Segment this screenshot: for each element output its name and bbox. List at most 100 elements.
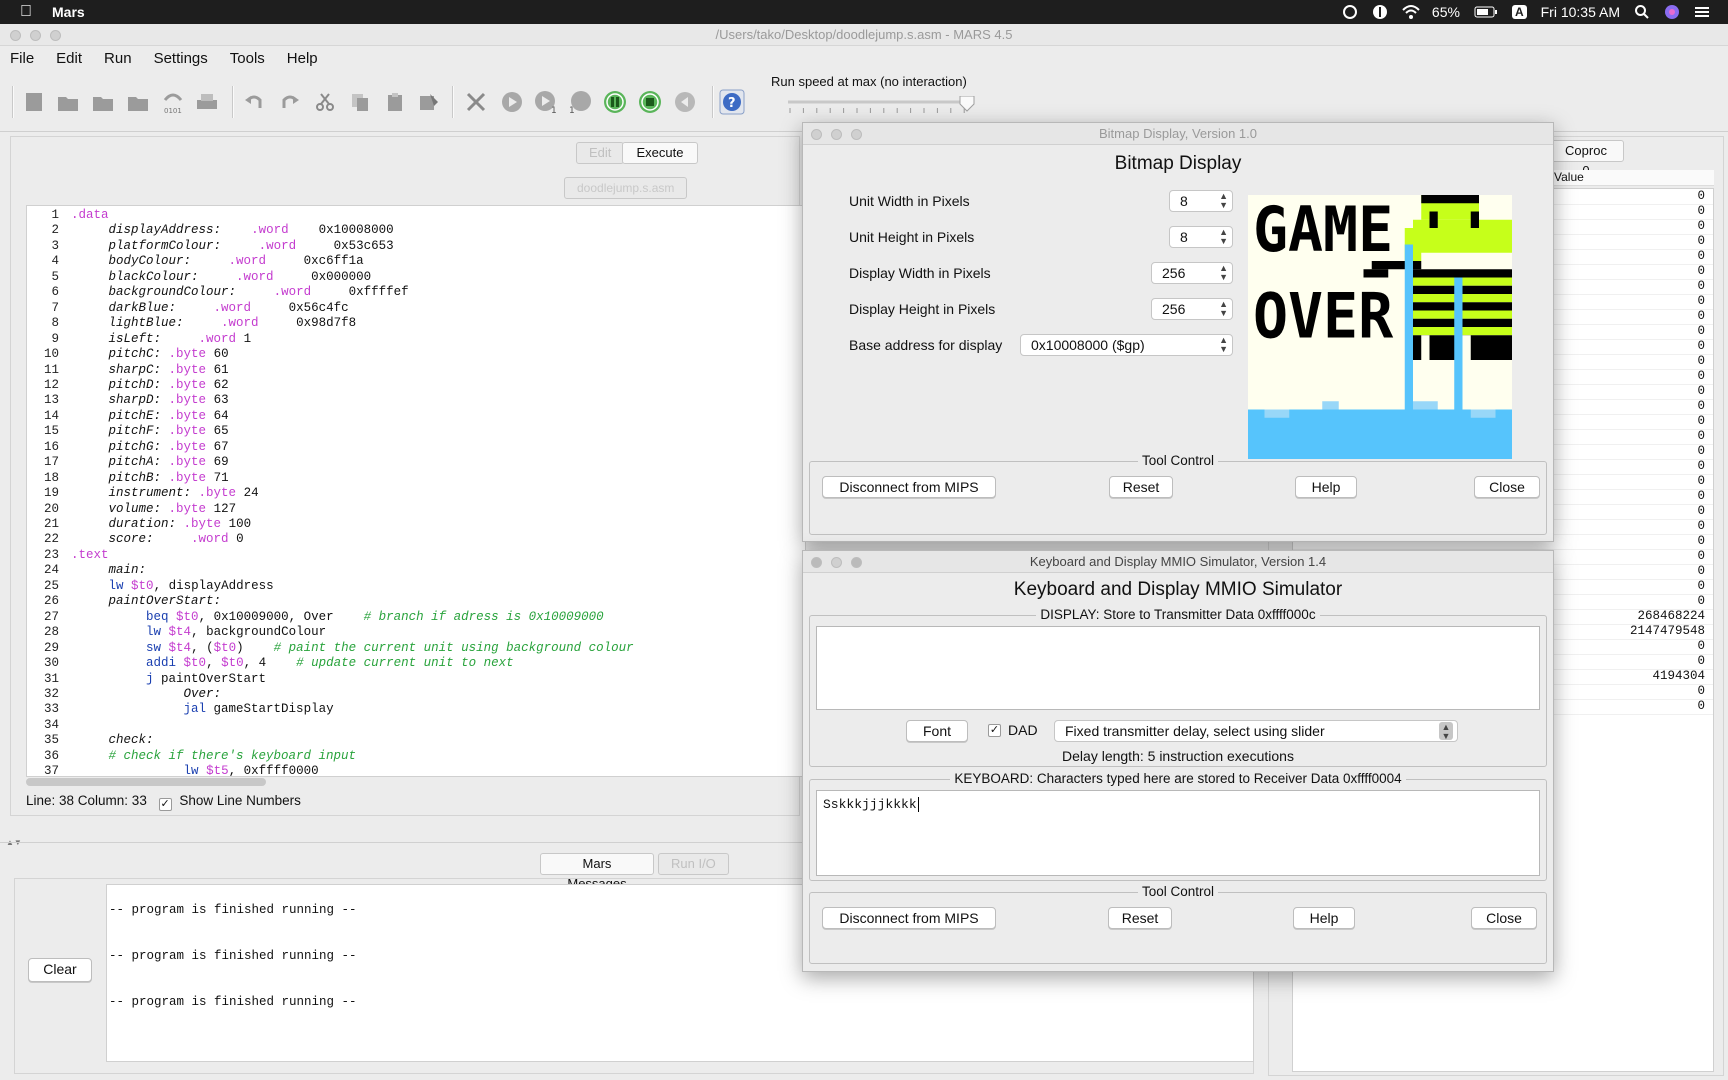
minimize-window-button[interactable] [831, 129, 842, 140]
display-width-spinner[interactable]: 256 ▲ ▼ [1151, 262, 1233, 284]
minimize-window-button[interactable] [831, 557, 842, 568]
run-icon[interactable] [498, 88, 526, 116]
code-line: pitchC: .byte 60 [108, 347, 229, 362]
spinner-arrows-icon[interactable]: ▲ ▼ [1219, 228, 1228, 246]
message-line: -- program is finished running -- [109, 903, 357, 917]
menu-tools[interactable]: Tools [230, 50, 265, 67]
undo-icon[interactable] [240, 88, 268, 116]
new-file-icon[interactable] [20, 88, 48, 116]
disconnect-button[interactable]: Disconnect from MIPS [822, 907, 996, 929]
zoom-window-button[interactable] [851, 557, 862, 568]
close-button[interactable]: Close [1474, 476, 1540, 498]
close-file-icon[interactable] [89, 88, 117, 116]
vpn-icon[interactable] [1372, 4, 1388, 20]
clear-button[interactable]: Clear [28, 958, 92, 982]
delay-mode-select[interactable]: Fixed transmitter delay, select using sl… [1054, 720, 1458, 742]
tab-mars-messages[interactable]: Mars Messages [540, 853, 654, 891]
zoom-window-button[interactable] [851, 129, 862, 140]
creative-cloud-icon[interactable] [1342, 4, 1358, 20]
keyboard-input-area[interactable]: Sskkkjjjkkkk [816, 790, 1540, 876]
run-speed-slider[interactable] [786, 95, 976, 122]
reset-button[interactable]: Reset [1108, 907, 1172, 929]
save-file-icon[interactable] [124, 88, 152, 116]
siri-icon[interactable] [1664, 4, 1680, 20]
checkbox-icon[interactable]: ✓ [158, 798, 172, 811]
code-line: darkBlue: .word 0x56c4fc [108, 300, 349, 315]
clock[interactable]: Fri 10:35 AM [1541, 4, 1620, 20]
reset-button[interactable]: Reset [1109, 476, 1173, 498]
display-output-area[interactable] [816, 626, 1540, 710]
line-number: 22 [43, 532, 59, 547]
help-button[interactable]: Help [1295, 476, 1357, 498]
spotlight-search-icon[interactable] [1634, 4, 1650, 20]
dump-memory-icon[interactable]: 0101 [159, 88, 187, 116]
spinner-arrows-icon[interactable]: ▲ ▼ [1219, 192, 1228, 210]
close-window-button[interactable] [10, 30, 21, 41]
reset-icon[interactable] [671, 88, 699, 116]
menu-edit[interactable]: Edit [56, 50, 82, 67]
step-icon[interactable]: 1 [532, 88, 560, 116]
horizontal-scrollbar[interactable] [26, 778, 266, 786]
code-line: sharpD: .byte 63 [108, 393, 229, 408]
menu-run[interactable]: Run [104, 50, 132, 67]
line-number: 17 [43, 455, 59, 470]
menu-help[interactable]: Help [287, 50, 318, 67]
file-tab[interactable]: doodlejump.s.asm [564, 177, 688, 199]
checkbox-icon[interactable]: ✓ [988, 724, 1001, 737]
code-line: bodyColour: .word 0xc6ff1a [108, 254, 364, 269]
menu-settings[interactable]: Settings [154, 50, 208, 67]
apple-icon[interactable]:  [20, 3, 32, 21]
base-address-label: Base address for display [849, 337, 1003, 353]
display-height-label: Display Height in Pixels [849, 301, 996, 317]
help-button[interactable]: Help [1293, 907, 1355, 929]
svg-text:1: 1 [569, 106, 575, 114]
bitmap-wave [1413, 401, 1438, 410]
minimize-window-button[interactable] [30, 30, 41, 41]
close-button[interactable]: Close [1471, 907, 1537, 929]
input-source-icon[interactable]: A [1511, 5, 1527, 19]
wifi-icon[interactable] [1402, 4, 1420, 20]
tab-coproc0[interactable]: Coproc 0 [1548, 140, 1624, 178]
tab-execute[interactable]: Execute [622, 142, 698, 164]
delay-length-label: Delay length: 5 instruction executions [1062, 748, 1294, 764]
code-line: paintOverStart: [108, 594, 222, 609]
font-button[interactable]: Font [906, 720, 968, 742]
redo-icon[interactable] [276, 88, 304, 116]
menu-file[interactable]: File [10, 50, 34, 67]
line-number: 13 [43, 393, 59, 408]
battery-icon[interactable] [1474, 4, 1498, 20]
app-name[interactable]: Mars [52, 4, 85, 20]
paste-icon[interactable] [381, 88, 409, 116]
display-height-spinner[interactable]: 256 ▲ ▼ [1151, 298, 1233, 320]
stop-icon[interactable] [636, 88, 664, 116]
code-line: beq $t0, 0x10009000, Over # branch if ad… [146, 609, 604, 624]
code-editor[interactable]: 1 .data 2 displayAddress: .word 0x10008000… [26, 205, 806, 777]
open-file-icon[interactable] [54, 88, 82, 116]
backstep-icon[interactable]: 1 [566, 88, 594, 116]
value-column-header[interactable]: Value [1554, 170, 1584, 184]
tab-edit[interactable]: Edit [576, 142, 625, 164]
close-window-button[interactable] [811, 129, 822, 140]
notification-center-icon[interactable] [1694, 4, 1710, 20]
select-arrows-icon[interactable]: ▲ ▼ [1439, 722, 1453, 741]
base-address-select[interactable]: 0x10008000 ($gp) ▲ ▼ [1020, 334, 1233, 356]
line-number: 31 [43, 671, 59, 686]
close-window-button[interactable] [811, 557, 822, 568]
unit-width-spinner[interactable]: 8 ▲ ▼ [1169, 190, 1233, 212]
disconnect-button[interactable]: Disconnect from MIPS [822, 476, 996, 498]
tab-run-io[interactable]: Run I/O [658, 853, 729, 875]
pause-icon[interactable] [601, 88, 629, 116]
spinner-arrows-icon[interactable]: ▲ ▼ [1219, 264, 1228, 282]
unit-height-spinner[interactable]: 8 ▲ ▼ [1169, 226, 1233, 248]
select-arrows-icon[interactable]: ▲ ▼ [1219, 336, 1228, 354]
cut-icon[interactable] [311, 88, 339, 116]
spinner-arrows-icon[interactable]: ▲ ▼ [1219, 300, 1228, 318]
find-replace-icon[interactable] [415, 88, 443, 116]
bitmap-doodler-body [1413, 219, 1512, 253]
assemble-icon[interactable] [462, 88, 490, 116]
help-icon[interactable]: ? [718, 88, 746, 116]
zoom-window-button[interactable] [50, 30, 61, 41]
print-icon[interactable] [193, 88, 221, 116]
copy-icon[interactable] [346, 88, 374, 116]
run-speed-label: Run speed at max (no interaction) [771, 74, 967, 89]
